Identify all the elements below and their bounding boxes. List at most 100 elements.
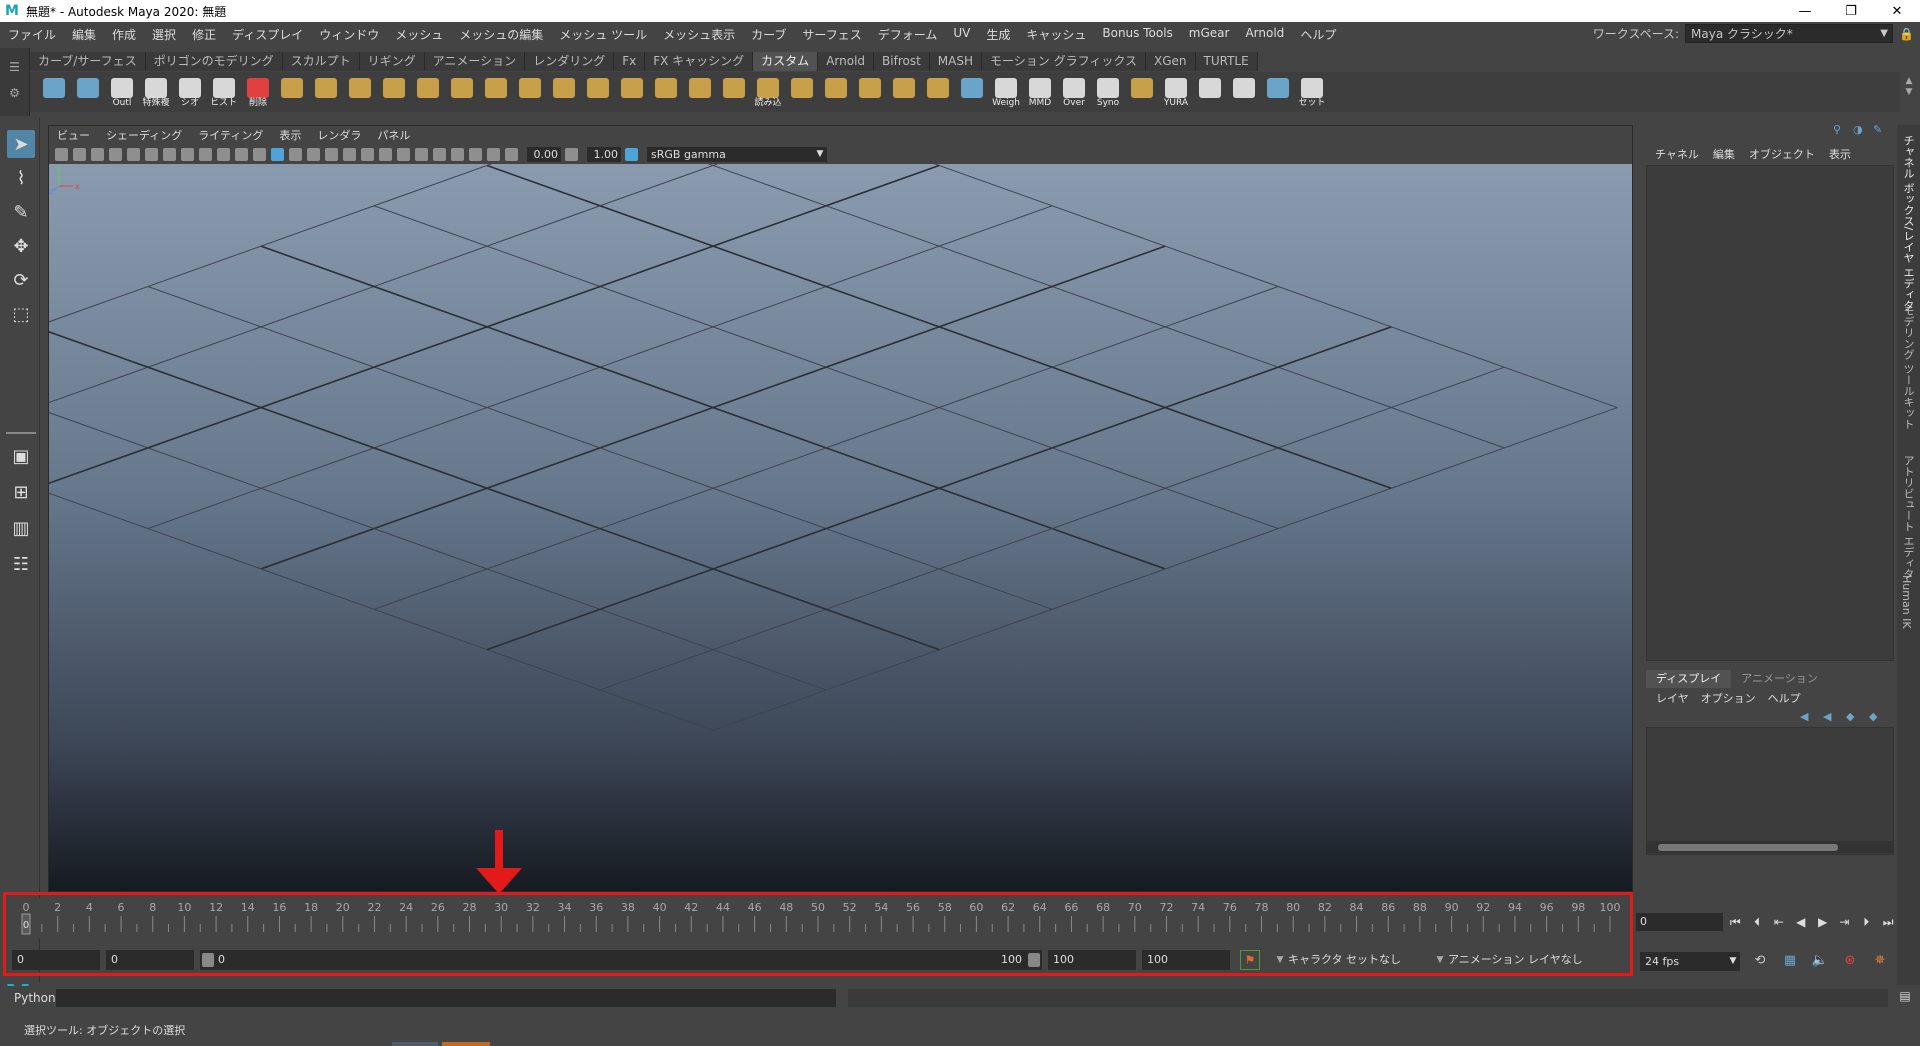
shelf-button[interactable]: [788, 76, 816, 108]
menu-item[interactable]: UV: [945, 26, 978, 43]
shelf-tab[interactable]: スカルプト: [282, 52, 360, 71]
shelf-tab[interactable]: XGen: [1145, 52, 1196, 71]
menu-item[interactable]: 生成: [978, 26, 1018, 43]
shelf-button[interactable]: 特殊複: [142, 76, 170, 108]
exposure-icon[interactable]: [505, 147, 518, 161]
character-icon[interactable]: ✵: [1870, 952, 1890, 970]
safe-action-icon[interactable]: [217, 147, 230, 161]
step-back-frame-icon[interactable]: ⏴: [1747, 913, 1767, 931]
menu-item[interactable]: メッシュ表示: [655, 26, 743, 43]
shelf-button[interactable]: [448, 76, 476, 108]
shelf-button[interactable]: [380, 76, 408, 108]
shelf-button[interactable]: 削除: [244, 76, 272, 108]
maximize-button[interactable]: ❐: [1828, 0, 1874, 22]
shelf-button[interactable]: [550, 76, 578, 108]
side-tab[interactable]: Human IK: [1900, 575, 1913, 629]
shelf-button[interactable]: セット: [1298, 76, 1326, 108]
command-language[interactable]: Python: [0, 991, 56, 1005]
viewport-menu-item[interactable]: シェーディング: [98, 127, 190, 143]
current-frame-field[interactable]: 0: [1636, 913, 1724, 931]
menu-item[interactable]: ウィンドウ: [311, 26, 387, 43]
command-input[interactable]: [56, 989, 836, 1007]
step-forward-frame-icon[interactable]: ⏵: [1856, 913, 1876, 931]
viewport-canvas[interactable]: x y z: [49, 164, 1632, 891]
play-backwards-icon[interactable]: ◀: [1791, 913, 1811, 931]
viewport-menu-item[interactable]: レンダラ: [309, 127, 369, 143]
channel-box-menu-item[interactable]: 表示: [1822, 146, 1858, 162]
scroll-thumb[interactable]: [1658, 844, 1838, 851]
menu-item[interactable]: 作成: [104, 26, 144, 43]
menu-item[interactable]: 選択: [144, 26, 184, 43]
layer-editor-tab[interactable]: ディスプレイ: [1646, 670, 1732, 688]
perspective-viewport[interactable]: ビュー シェーディング ライティング 表示 レンダラ パネル 0.00 1.00 sR: [48, 125, 1633, 892]
viewport-menu-item[interactable]: 表示: [271, 127, 309, 143]
layer-list[interactable]: [1646, 727, 1894, 855]
shelf-button[interactable]: [74, 76, 102, 108]
shelf-button[interactable]: [652, 76, 680, 108]
shelf-button[interactable]: ヒストリ: [210, 76, 238, 108]
select-tool-icon[interactable]: ➤: [7, 130, 35, 158]
shelf-button[interactable]: [822, 76, 850, 108]
wireframe-on-shaded-icon[interactable]: [289, 147, 302, 161]
shelf-tab[interactable]: モーション グラフィックス: [982, 52, 1146, 71]
shelf-button[interactable]: [1128, 76, 1156, 108]
menu-item[interactable]: カーブ: [743, 26, 794, 43]
layer-menu-item[interactable]: オプション: [1695, 690, 1762, 706]
gate-mask-icon[interactable]: [181, 147, 194, 161]
two-pane-layout-icon[interactable]: ▥: [7, 514, 35, 542]
viewport-menu-item[interactable]: パネル: [369, 127, 418, 143]
shelf-tab[interactable]: カスタム: [753, 52, 819, 71]
new-layer-from-selection-icon[interactable]: ◆: [1869, 710, 1887, 724]
step-back-key-icon[interactable]: ⇤: [1769, 913, 1789, 931]
textured-icon[interactable]: [307, 147, 320, 161]
xray-joints-icon[interactable]: [469, 147, 482, 161]
backface-culling-icon[interactable]: [487, 147, 500, 161]
grid-icon[interactable]: [127, 147, 140, 161]
depth-of-field-icon[interactable]: [415, 147, 428, 161]
side-tab[interactable]: モデリング ツールキット: [1900, 305, 1916, 430]
exposure-field[interactable]: 0.00: [527, 146, 561, 162]
shelf-button[interactable]: [958, 76, 986, 108]
shelf-button[interactable]: [40, 76, 68, 108]
color-space-dropdown[interactable]: sRGB gamma ▼: [647, 146, 827, 162]
shelf-button[interactable]: [1196, 76, 1224, 108]
move-layer-up-icon[interactable]: ◀: [1800, 710, 1818, 724]
shelf-button[interactable]: [278, 76, 306, 108]
shelf-tab[interactable]: ポリゴンのモデリング: [145, 52, 283, 71]
image-plane-icon[interactable]: [109, 147, 122, 161]
shelf-button[interactable]: [482, 76, 510, 108]
menu-item[interactable]: メッシュ ツール: [551, 26, 655, 43]
scale-tool-icon[interactable]: ⬚: [7, 300, 35, 328]
step-forward-key-icon[interactable]: ⇥: [1835, 913, 1855, 931]
move-tool-icon[interactable]: ✥: [7, 232, 35, 260]
shelf-tab[interactable]: MASH: [929, 52, 982, 71]
menu-item[interactable]: キャッシュ: [1018, 26, 1094, 43]
gamma-field[interactable]: 1.00: [587, 146, 621, 162]
shelf-button[interactable]: Weigh: [992, 76, 1020, 108]
side-tab[interactable]: アトリビュート エディタ: [1900, 455, 1916, 580]
paint-select-tool-icon[interactable]: ✎: [7, 198, 35, 226]
gamma-icon[interactable]: [565, 147, 578, 161]
xray-icon[interactable]: [451, 147, 464, 161]
shelf-tab[interactable]: FX キャッシング: [645, 52, 754, 71]
loop-icon[interactable]: ⟲: [1750, 952, 1770, 970]
channel-box-body[interactable]: [1646, 165, 1894, 661]
play-forwards-icon[interactable]: ▶: [1813, 913, 1833, 931]
go-to-end-icon[interactable]: ⏭: [1878, 913, 1898, 931]
shelf-button[interactable]: [856, 76, 884, 108]
attribute-editor-icon[interactable]: ◑: [1853, 123, 1867, 137]
channel-box-icon[interactable]: ⚲: [1833, 123, 1847, 137]
viewport-menu-item[interactable]: ビュー: [49, 127, 98, 143]
safe-title-icon[interactable]: [235, 147, 248, 161]
shadows-icon[interactable]: [343, 147, 356, 161]
shelf-tab[interactable]: Fx: [614, 52, 646, 71]
menu-item[interactable]: Bonus Tools: [1094, 26, 1180, 43]
smooth-shade-icon[interactable]: [271, 147, 284, 161]
resolution-gate-icon[interactable]: [163, 147, 176, 161]
menu-item[interactable]: メッシュ: [387, 26, 451, 43]
sound-icon[interactable]: 🔈: [1810, 952, 1830, 970]
menu-item[interactable]: ディスプレイ: [224, 26, 311, 43]
shelf-button[interactable]: 読み込: [754, 76, 782, 108]
shelf-button[interactable]: [618, 76, 646, 108]
shelf-button[interactable]: [1264, 76, 1292, 108]
